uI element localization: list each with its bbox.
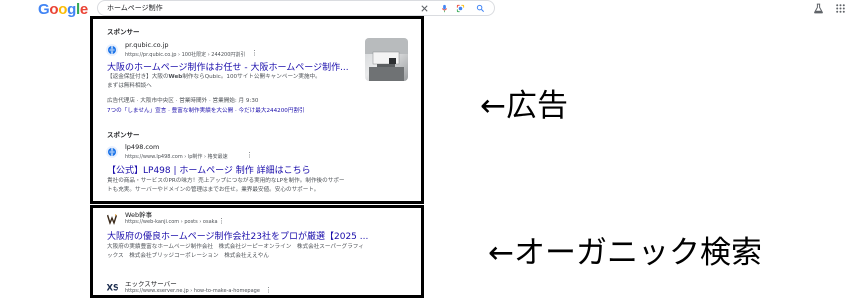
xserver-logo-icon: XS bbox=[107, 284, 119, 294]
apps-icon[interactable] bbox=[835, 3, 846, 14]
ad-url[interactable]: https://pr.qubic.co.jp › 100社限定 › 244200… bbox=[125, 51, 245, 58]
ad-description: 貴社の商品・サービスのPRの味方！売上アップにつながる実用的なLPを制作。制作後… bbox=[107, 178, 345, 184]
lens-icon[interactable] bbox=[456, 4, 465, 13]
sponsor-label: スポンサー bbox=[107, 131, 140, 139]
ad-description: 【返金保証付き】大阪のWeb制作ならQubic。100サイト公開キャンペーン実施… bbox=[107, 74, 321, 80]
ad-thumbnail-image[interactable] bbox=[365, 38, 408, 81]
result-site-name[interactable]: エックスサーバー bbox=[125, 278, 177, 288]
more-options-icon[interactable]: ⋮ bbox=[251, 49, 258, 57]
result-url[interactable]: https://www.xserver.ne.jp › how-to-make-… bbox=[125, 288, 260, 294]
ad-annotation-label: ←広告 bbox=[480, 88, 568, 124]
search-icon[interactable] bbox=[476, 4, 485, 13]
ad-site-name[interactable]: lp498.com bbox=[125, 143, 159, 151]
more-options-icon[interactable]: ⋮ bbox=[218, 217, 225, 225]
ad-url[interactable]: https://www.lp498.com › lp制作 › 格安最速 bbox=[125, 153, 228, 160]
ad-description-line2: まずは無料相談へ bbox=[107, 83, 152, 89]
globe-icon bbox=[106, 146, 118, 158]
result-description: 大阪府の実績豊富なホームページ制作会社 株式会社ジーピーオンライン 株式会社スー… bbox=[107, 244, 364, 250]
sponsor-label: スポンサー bbox=[107, 28, 140, 36]
ad-description-line2: トも充実。サーバーやドメインの管理はまでお任せ。業界最安値。安心のサポート。 bbox=[107, 187, 320, 193]
labs-icon[interactable] bbox=[813, 3, 824, 14]
result-site-name[interactable]: Web幹事 bbox=[125, 209, 152, 219]
search-input[interactable]: ホームページ制作 bbox=[97, 0, 495, 16]
mic-icon[interactable] bbox=[440, 4, 449, 13]
more-options-icon[interactable]: ⋮ bbox=[246, 151, 253, 159]
google-logo[interactable]: Google bbox=[38, 1, 88, 18]
close-icon[interactable] bbox=[420, 4, 429, 13]
more-options-icon[interactable]: ⋮ bbox=[265, 286, 272, 294]
ad-site-name[interactable]: pr.qubic.co.jp bbox=[125, 41, 169, 49]
result-title[interactable]: 大阪府の優良ホームページ制作会社23社をプロが厳選【2025 ... bbox=[107, 229, 368, 242]
ad-sitelinks[interactable]: 7つの「しません」宣言 · 豊富な制作実績を大公開 · 今だけ最大244200円… bbox=[107, 106, 305, 114]
web-kanji-logo-icon bbox=[106, 213, 118, 225]
result-url[interactable]: https://web-kanji.com › posts › osaka bbox=[125, 219, 218, 225]
ad-title[interactable]: 【公式】LP498 | ホームページ 制作 詳細はこちら bbox=[107, 163, 311, 176]
organic-annotation-label: ←オーガニック検索 bbox=[488, 235, 762, 271]
search-query[interactable]: ホームページ制作 bbox=[107, 3, 163, 13]
globe-icon bbox=[106, 44, 118, 56]
result-description-line2: ックス 株式会社ブリッジコーポレーション 株式会社ええやん bbox=[107, 253, 269, 259]
ad-title[interactable]: 大阪のホームページ制作はお任せ - 大阪ホームページ制作... bbox=[107, 60, 349, 73]
ad-business-info[interactable]: 広告代理店 · 大阪市中央区 · 営業時間外 · 営業開始: 月 9:30 bbox=[107, 96, 258, 104]
